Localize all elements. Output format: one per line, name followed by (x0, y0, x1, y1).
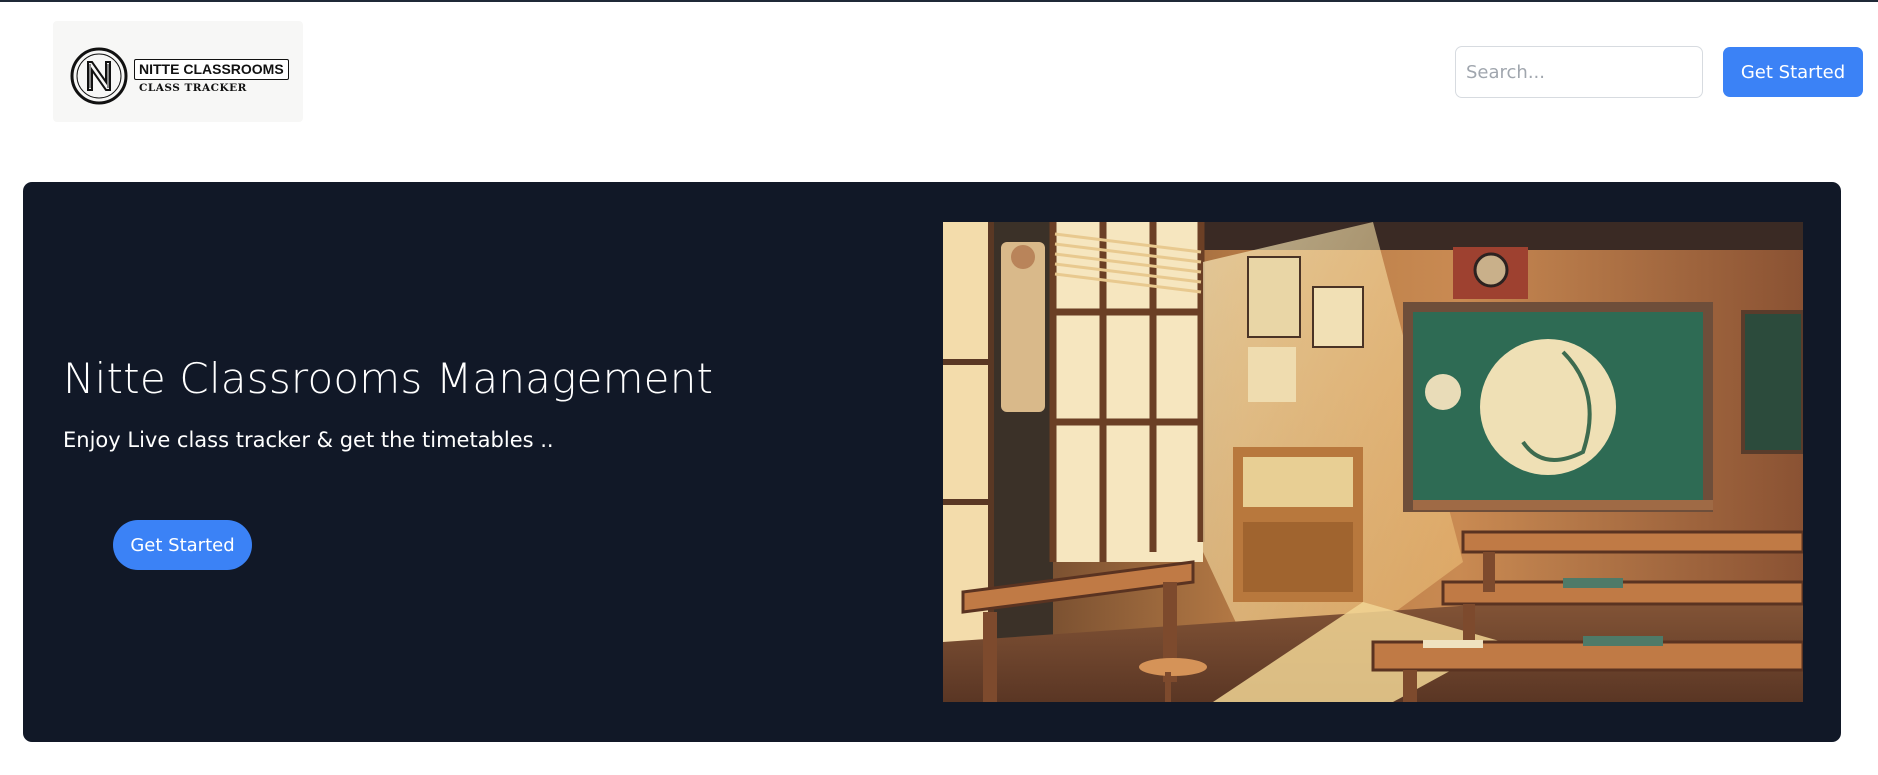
logo-title: NITTE CLASSROOMS (134, 59, 289, 80)
classroom-illustration-graphic (943, 222, 1803, 702)
n-monogram-icon (70, 47, 128, 105)
hero-subtitle: Enjoy Live class tracker & get the timet… (63, 428, 554, 452)
top-border (0, 0, 1878, 2)
hero-banner: Nitte Classrooms Management Enjoy Live c… (23, 182, 1841, 742)
logo-subtitle: CLASS TRACKER (139, 82, 247, 94)
hero-get-started-button[interactable]: Get Started (113, 520, 252, 570)
classroom-illustration (943, 222, 1803, 702)
header-get-started-button[interactable]: Get Started (1723, 47, 1863, 97)
search-input[interactable] (1455, 46, 1703, 98)
brand-logo[interactable]: NITTE CLASSROOMS CLASS TRACKER (53, 21, 303, 122)
hero-title: Nitte Classrooms Management (63, 354, 714, 403)
